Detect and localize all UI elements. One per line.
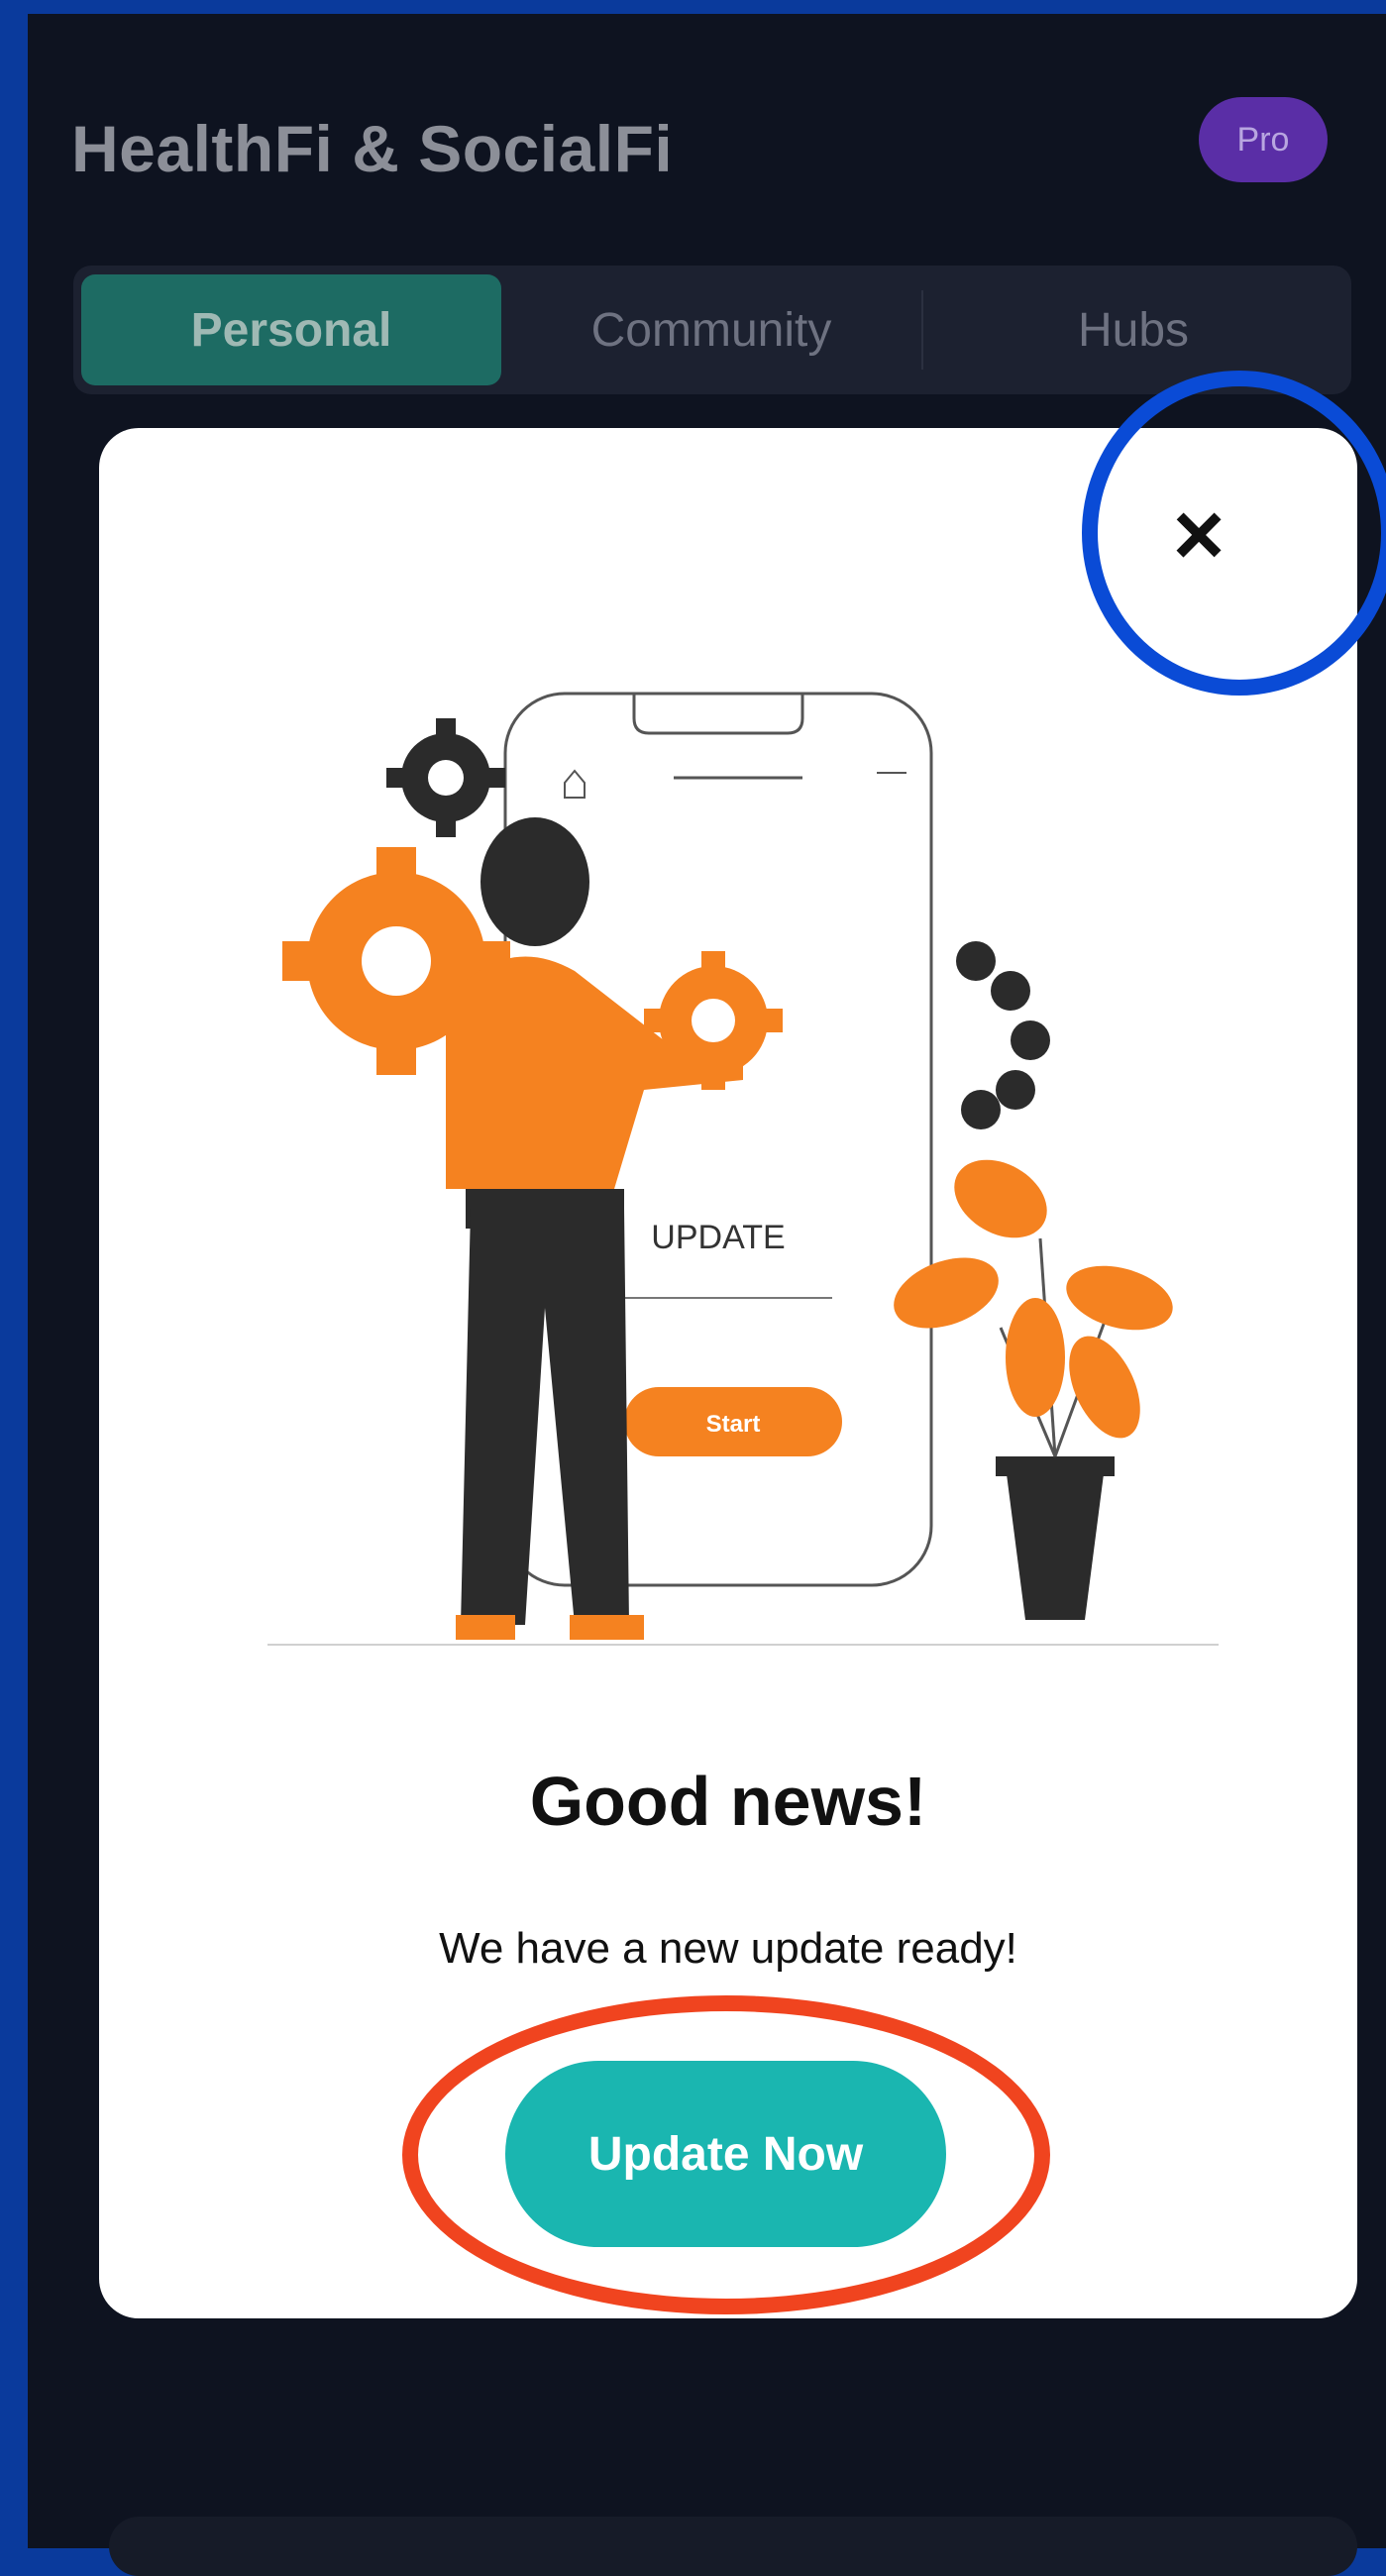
update-illustration: UPDATE Start: [267, 692, 1219, 1646]
tab-bar: Personal Community Hubs: [73, 266, 1351, 394]
modal-message: We have a new update ready!: [439, 1924, 1017, 1973]
tab-personal[interactable]: Personal: [81, 274, 501, 385]
gear-icon: [386, 718, 505, 837]
modal-heading: Good news!: [529, 1763, 927, 1840]
bottom-card: [109, 2517, 1357, 2576]
close-icon[interactable]: ×: [1149, 485, 1248, 585]
loading-dots-icon: [956, 941, 1050, 1129]
update-now-button[interactable]: Update Now: [505, 2061, 946, 2247]
phone-start-label: Start: [706, 1411, 761, 1438]
pro-badge[interactable]: Pro: [1199, 97, 1328, 182]
tab-hubs[interactable]: Hubs: [923, 274, 1343, 385]
phone-screen-text: UPDATE: [651, 1219, 785, 1256]
tab-community[interactable]: Community: [501, 274, 921, 385]
page-title: HealthFi & SocialFi: [71, 112, 674, 185]
